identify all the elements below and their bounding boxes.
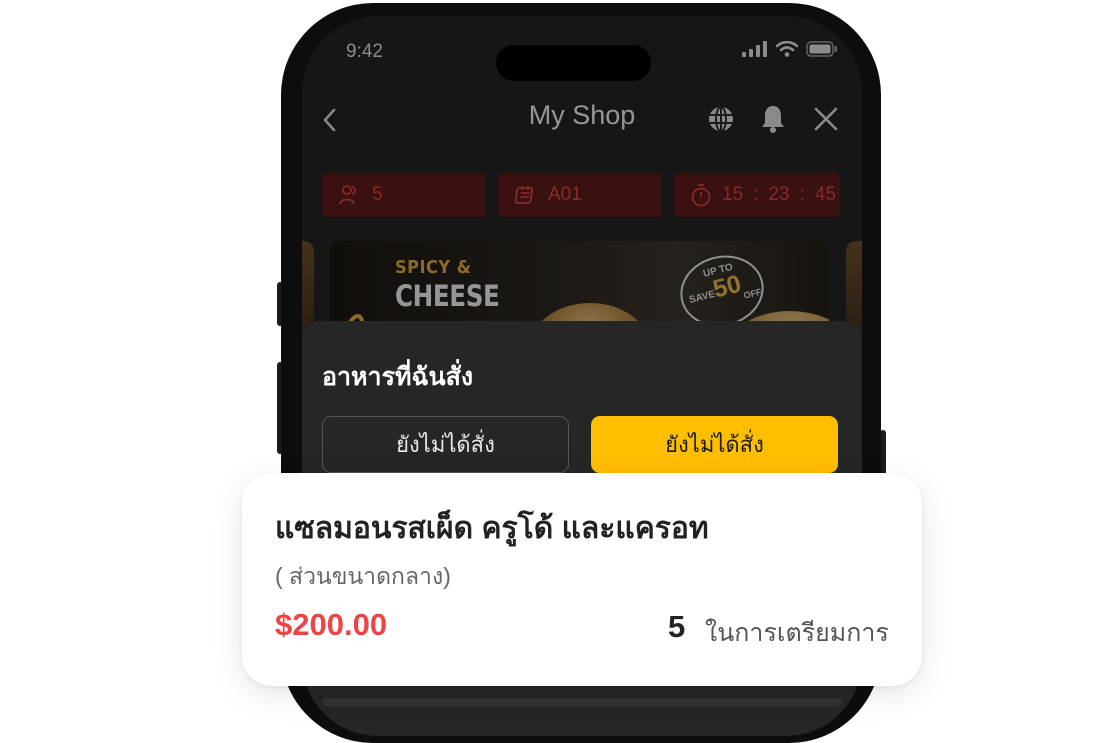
sheet-title: อาหารที่ฉันสั่ง (322, 363, 474, 391)
order-item-card[interactable]: แซลมอนรสเผ็ด ครูโด้ และแครอท ( ส่วนขนาดก… (242, 473, 922, 686)
status-time: 9:42 (346, 41, 383, 62)
dish-price: $200.00 (275, 607, 388, 642)
close-button[interactable] (809, 102, 843, 136)
status-icons (742, 41, 838, 57)
table-tag-icon (514, 186, 534, 204)
bell-icon (762, 106, 784, 133)
banner-line-1: SPICY & (395, 257, 472, 278)
dish-quantity: 5 (668, 609, 686, 644)
badge-save: SAVE (688, 288, 717, 307)
dish-name: แซลมอนรสเผ็ด ครูโด้ และแครอท (275, 512, 709, 545)
dish-status: ในการเตรียมการ (705, 619, 889, 647)
tab-not-ordered[interactable]: ยังไม่ได้สั่ง (322, 416, 569, 473)
timer-separator: : (753, 184, 759, 205)
next-card-edge (322, 698, 842, 706)
tab-not-ordered-active[interactable]: ยังไม่ได้สั่ง (591, 416, 838, 473)
table-chip: A01 (498, 173, 662, 217)
badge-off: OFF (742, 286, 763, 301)
close-icon (814, 107, 838, 131)
timer-minutes: 23 (768, 184, 790, 205)
wifi-icon (776, 41, 798, 57)
language-button[interactable] (704, 102, 738, 136)
timer-seconds: 45 (814, 184, 836, 205)
badge-percent: 50 (710, 269, 744, 304)
timer-chip: 15 : 23 : 45 (674, 173, 840, 217)
timer-hours: 15 (722, 184, 744, 205)
dish-size: ( ส่วนขนาดกลาง) (275, 563, 451, 589)
battery-icon (806, 41, 837, 57)
notification-button[interactable] (756, 102, 790, 136)
timer-separator: : (799, 184, 805, 205)
users-icon (339, 185, 356, 205)
table-number: A01 (548, 184, 582, 205)
guest-count: 5 (372, 184, 383, 205)
globe-icon (709, 106, 733, 132)
signal-icon (742, 41, 767, 57)
guest-count-chip: 5 (322, 173, 486, 217)
dynamic-island (496, 45, 651, 81)
timer-icon (691, 184, 711, 207)
